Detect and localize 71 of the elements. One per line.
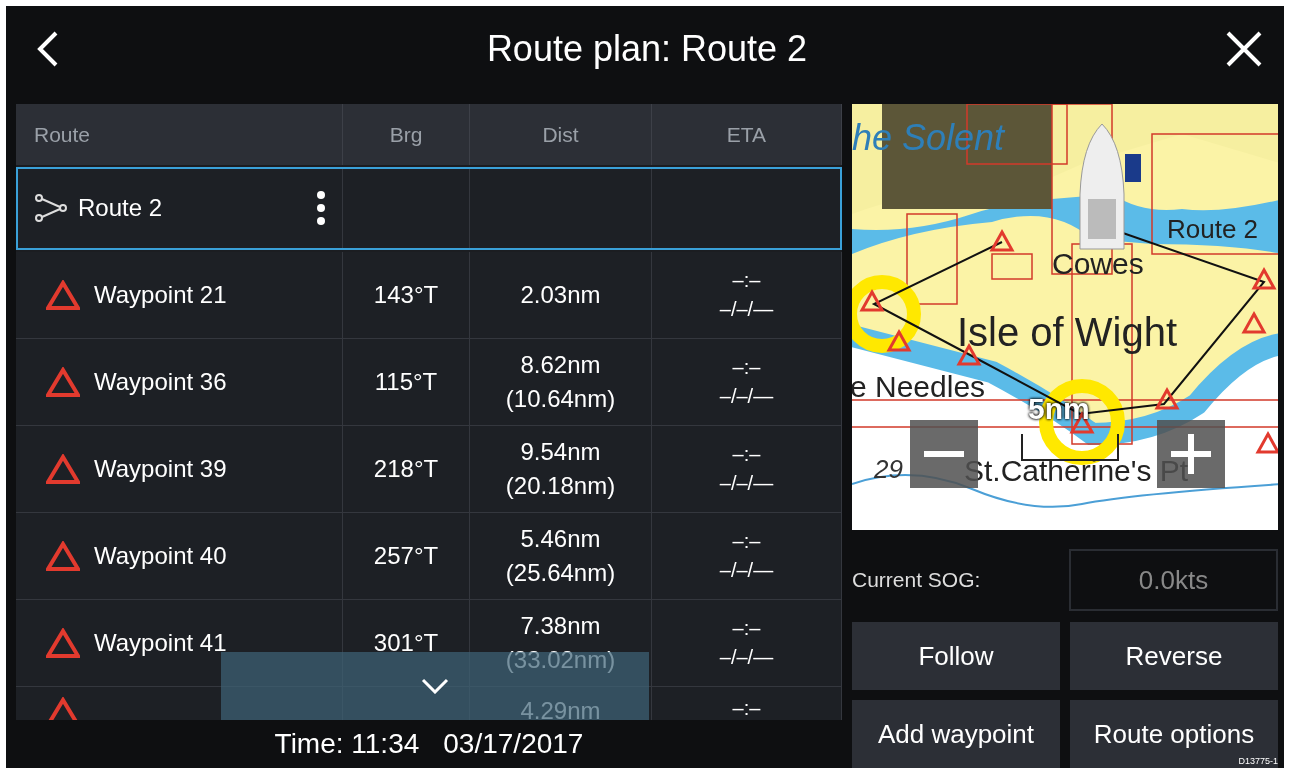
bearing: 143°T [373,281,439,309]
boat-icon [1079,123,1141,250]
eta-date: –/–/— [719,472,774,495]
distance: 2.03nm [520,281,601,309]
chevron-down-icon [421,678,449,694]
sog-label: Current SOG: [852,568,981,592]
eta-date: –/–/— [719,559,774,582]
close-icon[interactable] [1224,29,1264,69]
eta-time: –:– [732,356,761,379]
waypoint-icon [46,279,80,311]
waypoint-name: Waypoint 40 [94,542,227,570]
waypoint-icon[interactable] [989,228,1015,252]
figure-id: D13775-1 [1238,756,1278,766]
route-icon [34,193,68,223]
bearing: 218°T [373,455,439,483]
waypoint-name: Waypoint 41 [94,629,227,657]
waypoint-icon [46,627,80,659]
waypoint-icon [46,540,80,572]
bearing: 257°T [373,542,439,570]
total-distance: (10.64nm) [505,385,616,413]
route-row[interactable]: Route 2 [16,167,842,250]
eta-time: –:– [732,617,761,640]
eta-date: –/–/— [719,646,774,669]
waypoint-name: Waypoint 36 [94,368,227,396]
eta-time: –:– [732,269,761,292]
distance: 4.29nm [520,697,601,720]
eta-date: –/–/— [719,385,774,408]
distance: 8.62nm [520,351,601,379]
waypoint-icon[interactable] [859,288,885,312]
scroll-down-button[interactable] [221,652,649,720]
scale-label: 5nm [1028,394,1090,424]
bearing: 301°T [373,629,439,657]
route-name: Route 2 [78,194,163,222]
total-distance: (25.64nm) [505,559,616,587]
action-button[interactable]: Follow [852,622,1060,690]
action-button[interactable]: Reverse [1070,622,1278,690]
bearing: 115°T [374,368,438,396]
column-header: Brg [343,104,470,165]
waypoint-name: Waypoint 39 [94,455,227,483]
waypoint-icon[interactable] [1154,386,1180,410]
time-text: Time: 11:34 [274,728,420,760]
route-label: Route 2 [1167,216,1259,242]
distance: 5.46nm [520,525,601,553]
column-header: Route [16,104,343,165]
distance: 9.54nm [520,438,601,466]
window-title: Route plan: Route 2 [486,28,808,70]
eta-time: –:– [732,443,761,466]
column-header: Dist [470,104,652,165]
eta-date: –/–/— [719,298,774,321]
date-text: 03/17/2017 [443,728,584,760]
waypoint-row[interactable]: Waypoint 39 218°T 9.54nm (20.18nm) –:– –/–/— [16,426,842,513]
more-icon[interactable] [316,190,326,226]
action-button[interactable]: Add waypoint [852,700,1060,768]
waypoint-row[interactable]: Waypoint 36 115°T 8.62nm (10.64nm) –:– –/–/— [16,339,842,426]
eta-time: –:– [732,530,761,553]
column-header: ETA [652,104,842,165]
waypoint-name: Waypoint 21 [94,281,227,309]
minus-icon [924,451,964,457]
distance: 7.38nm [520,612,601,640]
total-distance: (20.18nm) [505,472,616,500]
waypoint-icon [46,697,80,720]
zoom-in-button[interactable] [1157,420,1225,488]
place-label: e Needles [852,372,986,402]
waypoint-icon [46,453,80,485]
waypoint-row[interactable]: Waypoint 40 257°T 5.46nm (25.64nm) –:– –/–/— [16,513,842,600]
eta-time: –:– [732,697,761,720]
waypoint-icon[interactable] [1251,266,1277,290]
waypoint-row[interactable]: Waypoint 21 143°T 2.03nm –:– –/–/— [16,252,842,339]
sog-value: 0.0kts [1069,549,1278,611]
waypoint-icon [46,366,80,398]
total-distance: (33.02nm) [505,646,616,674]
